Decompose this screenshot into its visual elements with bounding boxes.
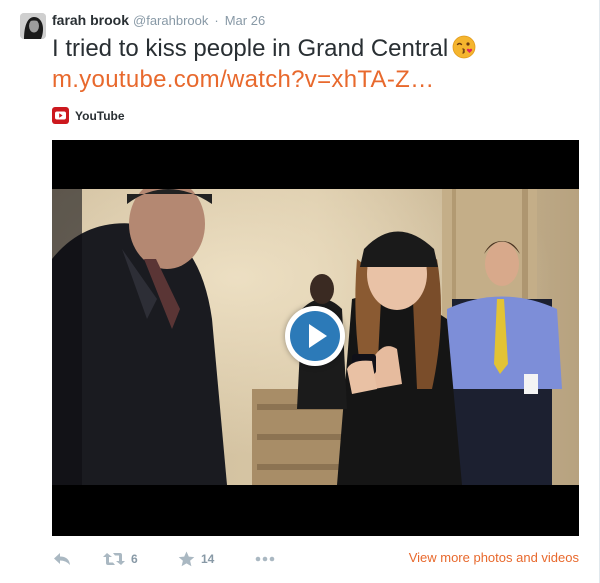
favorite-button[interactable]: 14 bbox=[178, 548, 214, 570]
tweet-text: I tried to kiss people in Grand Central … bbox=[52, 33, 592, 95]
kissing-face-emoji-icon bbox=[452, 35, 476, 59]
play-icon bbox=[290, 311, 340, 361]
tweet-timestamp[interactable]: Mar 26 bbox=[225, 13, 265, 28]
retweet-count: 6 bbox=[131, 552, 138, 566]
avatar[interactable] bbox=[20, 13, 46, 39]
retweet-button[interactable]: 6 bbox=[103, 548, 138, 570]
tweet-link[interactable]: m.youtube.com/watch?v=xhTA-Z… bbox=[52, 64, 592, 95]
star-icon bbox=[178, 551, 195, 567]
ellipsis-icon bbox=[255, 556, 275, 562]
reply-button[interactable] bbox=[53, 548, 71, 570]
card-source[interactable]: YouTube bbox=[52, 107, 125, 124]
author-handle[interactable]: @farahbrook bbox=[133, 13, 208, 28]
retweet-icon bbox=[103, 553, 125, 565]
view-more-media-link[interactable]: View more photos and videos bbox=[409, 550, 579, 565]
video-player[interactable] bbox=[52, 140, 579, 536]
card-source-name: YouTube bbox=[75, 108, 125, 123]
youtube-icon bbox=[52, 107, 69, 124]
author-name[interactable]: farah brook bbox=[52, 12, 129, 28]
separator-dot: · bbox=[214, 13, 219, 28]
tweet-actions: 6 14 View more photos and videos bbox=[52, 548, 579, 570]
play-button[interactable] bbox=[285, 306, 345, 366]
tweet-header: farah brook @farahbrook · Mar 26 bbox=[52, 12, 265, 30]
more-button[interactable] bbox=[255, 548, 275, 570]
tweet-text-body: I tried to kiss people in Grand Central bbox=[52, 35, 449, 62]
reply-icon bbox=[54, 553, 70, 565]
favorite-count: 14 bbox=[201, 552, 215, 566]
